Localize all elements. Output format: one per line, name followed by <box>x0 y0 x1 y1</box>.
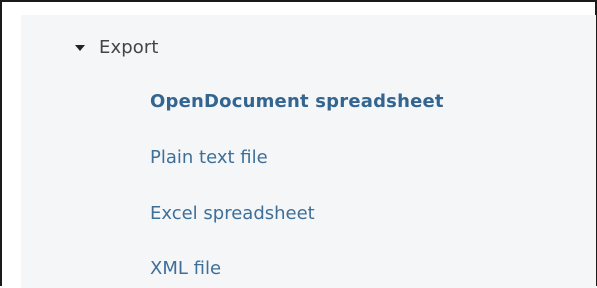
export-option-excel-spreadsheet[interactable]: Excel spreadsheet <box>150 198 315 228</box>
export-section-toggle[interactable]: Export <box>75 31 159 63</box>
export-panel: Export OpenDocument spreadsheet Plain te… <box>21 15 596 288</box>
window-frame: Export OpenDocument spreadsheet Plain te… <box>0 0 597 288</box>
caret-down-icon <box>75 44 85 51</box>
export-option-xml-file[interactable]: XML file <box>150 253 221 283</box>
export-option-opendocument-spreadsheet[interactable]: OpenDocument spreadsheet <box>150 86 444 116</box>
export-option-plain-text-file[interactable]: Plain text file <box>150 142 268 172</box>
export-section-label: Export <box>99 36 159 58</box>
